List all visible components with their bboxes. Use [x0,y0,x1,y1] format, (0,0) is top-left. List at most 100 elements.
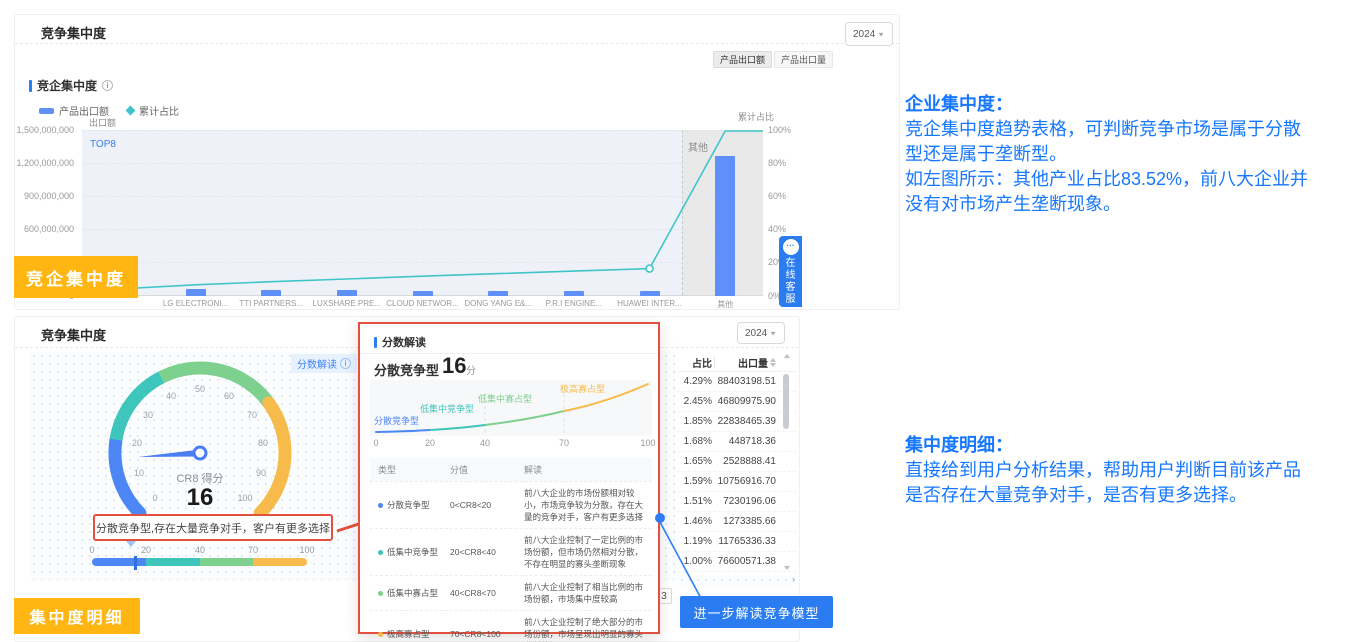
interpret-model-button[interactable]: 进一步解读竞争模型 [680,596,833,628]
section-accent-bar [29,80,32,92]
annotation-line: 是否存在大量竞争对手，是否有更多选择。 [905,483,1365,508]
right-tick: 40% [768,224,786,234]
range-label: 100 [299,545,314,555]
popup-col-range: 分值 [450,463,524,476]
panel1-divider [15,43,899,44]
annotation-line: 型还是属于垄断型。 [905,142,1365,167]
curve-x-label: 70 [559,438,569,448]
cell-qty: 22838465.39 [716,416,776,427]
type-label: 低集中寡占型 [387,587,438,599]
annotation-line: 没有对市场产生垄断现象。 [905,192,1365,217]
score-curve-chart: 分散竞争型低集中竞争型低集中寡占型极高寡占型 [370,380,652,436]
score-explain-popup: 分数解读 分散竞争型 16 分 分散竞争型低集中竞争型低集中寡占型极高寡占型 0… [358,322,660,634]
annotation-block-1: 企业集中度： 竞企集中度趋势表格，可判断竞争市场是属于分散型还是属于垄断型。如左… [905,92,1365,217]
gauge-tick-label: 80 [258,438,268,448]
cell-ratio: 1.68% [678,436,712,447]
sort-icon[interactable] [770,358,776,367]
type-label: 分散竞争型 [387,499,430,511]
score-range-labels: 0204070100 [92,545,307,555]
gauge-needle [138,450,200,458]
curve-segment-label: 极高寡占型 [560,382,605,395]
scroll-right-icon[interactable]: › [792,574,795,584]
scroll-up-icon[interactable] [784,354,790,358]
x-axis-label: DONG YANG E&... [464,299,532,308]
type-label: 低集中竞争型 [387,546,438,558]
tab-export-quantity[interactable]: 产品出口量 [774,51,833,68]
row-range: 0<CR8<20 [450,500,524,510]
cell-qty: 76600571.38 [716,556,776,567]
gauge-pivot [194,447,206,459]
popup-table-row: 分散竞争型0<CR8<20前八大企业的市场份额相对较小，市场竞争较为分散，存在大… [370,481,652,528]
cell-qty: 448718.36 [716,436,776,447]
popup-col-desc: 解读 [524,463,646,476]
table-header-row: 占比 出口量 [678,352,796,372]
chat-widget[interactable]: ··· 在线客服 [779,236,802,307]
range-seg-blue [92,558,146,566]
popup-col-type: 类型 [378,463,450,476]
info-icon: i [340,358,351,369]
curve-segment-label: 低集中寡占型 [478,392,532,405]
curve-x-label: 20 [425,438,435,448]
popup-table-header: 类型 分值 解读 [370,458,652,481]
popup-table: 类型 分值 解读 分散竞争型0<CR8<20前八大企业的市场份额相对较小，市场竞… [370,458,652,642]
x-axis-label: LUXSHARE PRE... [313,299,381,308]
popup-table-row: 低集中竞争型20<CR8<40前八大企业控制了一定比例的市场份额，但市场仍然相对… [370,528,652,575]
right-tick: 100% [768,125,791,135]
range-seg-teal [146,558,200,566]
cell-ratio: 4.29% [678,376,712,387]
range-label: 0 [89,545,94,555]
left-tick: 900,000,000 [24,191,74,201]
cell-qty: 11765336.33 [716,536,776,547]
legend-item-line[interactable]: 累计占比 [127,103,179,118]
left-tick: 1,500,000,000 [16,125,74,135]
range-seg-green [200,558,253,566]
header-divider [714,356,715,368]
row-desc: 前八大企业控制了相当比例的市场份额，市场集中度较高 [524,581,646,605]
legend-bar-swatch [39,108,54,114]
year-select-bottom[interactable]: 2024 ▼ [737,322,785,344]
gauge-tick-label: 60 [224,391,234,401]
vertical-scrollbar[interactable] [783,374,789,429]
tab-export-value[interactable]: 产品出口额 [713,51,772,68]
chat-bubble-icon: ··· [783,239,799,255]
gauge-tick-label: 10 [134,468,144,478]
right-tick: 80% [768,158,786,168]
section-title: 竞企集中度 [37,77,97,94]
popup-score-unit: 分 [466,362,476,377]
header-ratio[interactable]: 占比 [678,355,712,370]
gauge-tick-label: 40 [166,391,176,401]
annotation2-heading: 集中度明细： [905,433,1365,458]
popup-score: 16 [442,353,466,379]
gauge-tick-label: 50 [195,384,205,394]
score-range-bar [92,558,307,568]
gauge-score: 16 [150,484,250,512]
gauge-tick-label: 90 [256,468,266,478]
range-score-marker [134,556,137,570]
x-axis-labels: LG ELECTRONI...TTI PARTNERS...LUXSHARE P… [82,299,763,311]
type-dot [378,503,383,508]
gauge-tick-label: 70 [247,410,257,420]
section-header: 竞企集中度 i [29,77,113,94]
curve-x-label: 40 [480,438,490,448]
popup-table-rows: 分散竞争型0<CR8<20前八大企业的市场份额相对较小，市场竞争较为分散，存在大… [370,481,652,642]
annotation1-heading: 企业集中度： [905,92,1365,117]
x-axis-label: HUAWEI INTER... [617,299,682,308]
row-range: 20<CR8<40 [450,547,524,557]
popup-table-row: 极高寡占型70<CR8<100前八大企业控制了绝大部分的市场份额，市场呈现出明显… [370,610,652,642]
scroll-down-icon[interactable] [784,566,790,570]
popup-divider [360,353,658,354]
right-axis-title: 累计占比 [738,110,774,123]
chevron-down-icon: ▼ [877,30,885,37]
row-range: 70<CR8<100 [450,629,524,639]
cell-qty: 1273385.66 [716,516,776,527]
table-row: 4.29%88403198.51 [678,372,796,392]
info-icon[interactable]: i [102,80,113,91]
row-type: 低集中竞争型 [378,546,450,558]
x-axis-label: P.R.I ENGINE... [546,299,602,308]
cell-qty: 10756916.70 [716,476,776,487]
curve-segment-label: 分散竞争型 [374,414,419,427]
annotation-line: 竞企集中度趋势表格，可判断竞争市场是属于分散 [905,117,1365,142]
chevron-down-icon: ▼ [769,329,777,336]
year-select-top[interactable]: 2024 ▼ [845,22,893,46]
header-qty[interactable]: 出口量 [716,355,776,370]
